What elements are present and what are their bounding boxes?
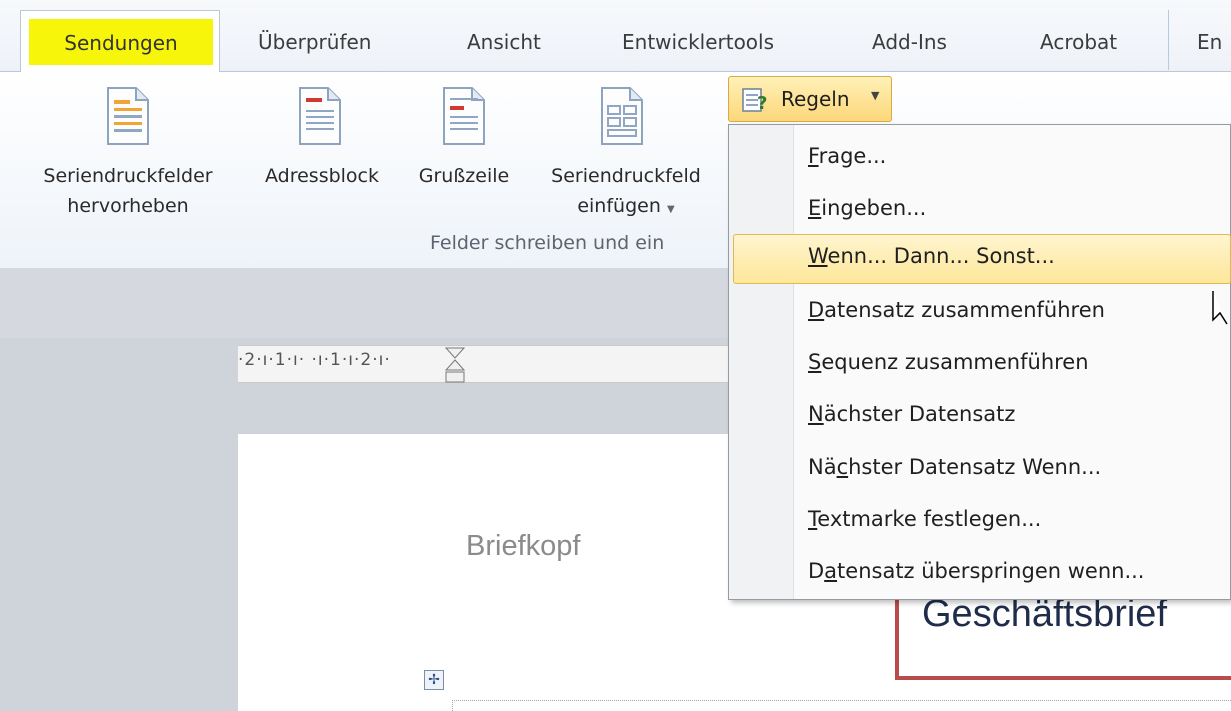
button-label-line1: Seriendruckfeld xyxy=(551,165,701,187)
ribbon-group-label: Felder schreiben und ein xyxy=(430,232,665,254)
tab-separator xyxy=(1168,10,1169,70)
tab-ansicht[interactable]: Ansicht xyxy=(467,30,541,54)
tab-acrobat[interactable]: Acrobat xyxy=(1040,30,1117,54)
tab-add-ins[interactable]: Add-Ins xyxy=(872,30,947,54)
tab-ueberpruefen[interactable]: Überprüfen xyxy=(258,30,371,54)
menu-item-textmarke-festlegen[interactable]: Textmarke festlegen... xyxy=(808,507,1041,531)
button-label: Grußzeile xyxy=(418,165,510,187)
highlight-merge-fields-button[interactable]: Seriendruckfelder hervorheben xyxy=(20,80,236,230)
tab-en[interactable]: En xyxy=(1197,30,1222,54)
button-label-line2: einfügen ▼ xyxy=(577,195,675,217)
menu-icon-gutter xyxy=(729,125,794,599)
insert-merge-field-button[interactable]: Seriendruckfeld einfügen ▼ xyxy=(526,80,726,230)
menu-item-eingeben[interactable]: Eingeben... xyxy=(808,196,926,220)
chevron-down-icon: ▼ xyxy=(871,89,880,102)
svg-text:?: ? xyxy=(757,93,767,113)
rules-button-label: Regeln xyxy=(781,87,850,111)
greeting-line-button[interactable]: Grußzeile xyxy=(404,80,524,230)
tab-sendungen[interactable]: Sendungen xyxy=(20,10,220,72)
table-gridline-vertical xyxy=(452,700,453,711)
button-label: Adressblock xyxy=(264,165,380,187)
table-gridline xyxy=(452,700,1231,701)
address-block-button[interactable]: Adressblock xyxy=(242,80,402,230)
insert-merge-field-icon xyxy=(601,87,643,145)
menu-item-sequenz-zusammenfuehren[interactable]: Sequenz zusammenführen xyxy=(808,350,1089,374)
rules-icon: ? xyxy=(742,88,767,113)
rules-dropdown-button[interactable]: ? Regeln ▼ xyxy=(728,76,892,122)
menu-item-datensatz-zusammenfuehren[interactable]: Datensatz zusammenführen xyxy=(808,298,1105,322)
letterhead-placeholder: Briefkopf xyxy=(466,530,581,562)
menu-item-naechster-datensatz[interactable]: Nächster Datensatz xyxy=(808,402,1015,426)
menu-item-wenn-dann-sonst[interactable]: Wenn... Dann... Sonst... xyxy=(808,244,1055,268)
button-label-line2: hervorheben xyxy=(67,195,189,217)
indent-marker-icon[interactable] xyxy=(444,346,466,394)
dropdown-arrow-icon: ▼ xyxy=(666,204,675,215)
tab-label: Sendungen xyxy=(64,31,178,55)
menu-item-datensatz-ueberspringen[interactable]: Datensatz überspringen wenn... xyxy=(808,559,1144,583)
address-block-icon xyxy=(299,87,341,145)
button-label-line1: Seriendruckfelder xyxy=(43,165,213,187)
tab-entwicklertools[interactable]: Entwicklertools xyxy=(622,30,774,54)
horizontal-ruler[interactable]: ·2·ı·1·ı· ·ı·1·ı·2·ı· xyxy=(238,345,738,383)
greeting-line-icon xyxy=(443,87,485,145)
ruler-scale: ·2·ı·1·ı· ·ı·1·ı·2·ı· xyxy=(238,350,391,370)
table-move-handle-icon[interactable]: ✢ xyxy=(424,670,444,690)
menu-item-naechster-datensatz-wenn[interactable]: Nächster Datensatz Wenn... xyxy=(808,455,1101,479)
menu-item-frage[interactable]: Frage... xyxy=(808,144,886,168)
highlight-fields-icon xyxy=(107,87,149,145)
mouse-cursor-icon xyxy=(1212,291,1228,325)
